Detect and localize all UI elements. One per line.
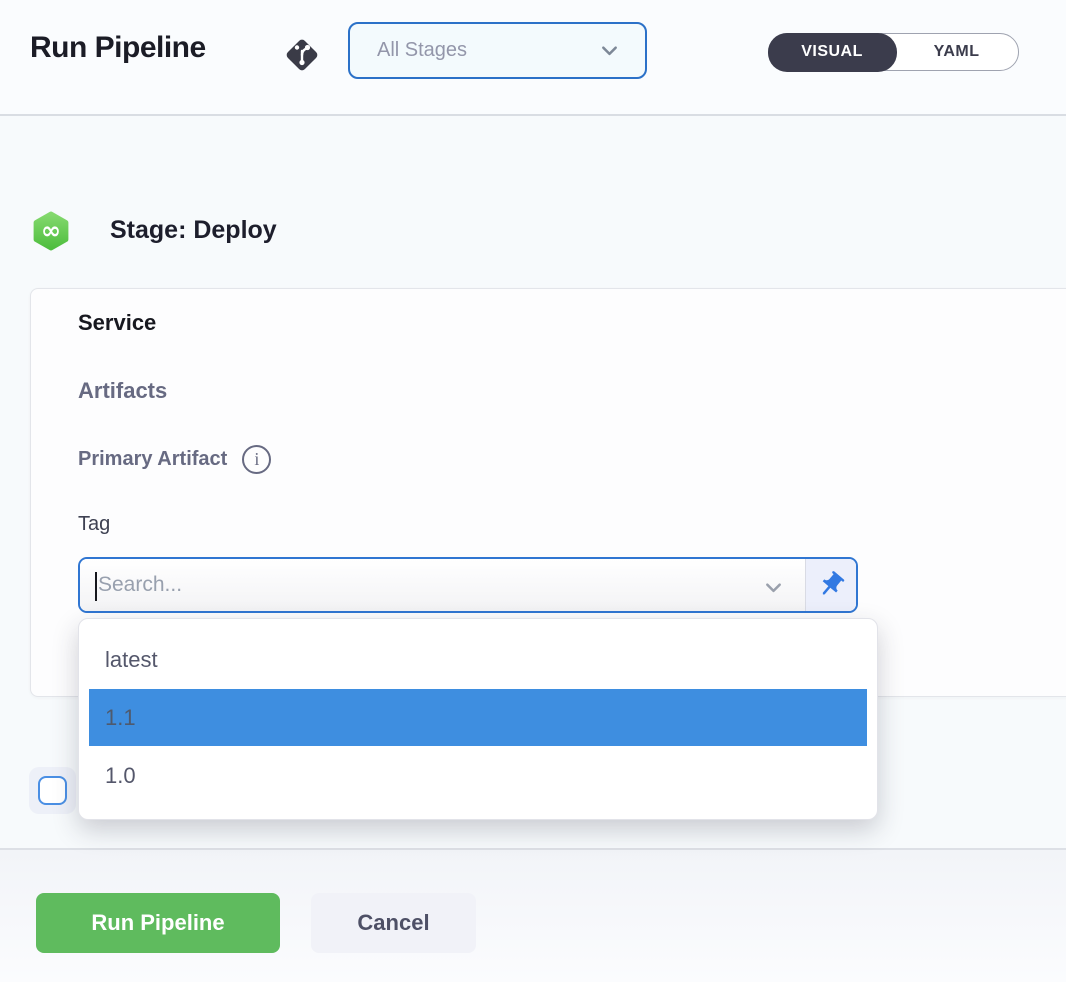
stage-scope-select[interactable]: All Stages xyxy=(348,22,647,79)
cancel-button[interactable]: Cancel xyxy=(311,893,476,953)
pin-button[interactable] xyxy=(805,559,856,611)
tag-label: Tag xyxy=(78,513,110,536)
pipeline-git-icon xyxy=(281,34,323,76)
primary-artifact-label: Primary Artifact xyxy=(78,448,227,471)
info-icon[interactable]: i xyxy=(242,445,271,474)
tag-input-area xyxy=(80,559,805,611)
run-pipeline-dialog: Run Pipeline All Stages VISUAL YAML xyxy=(0,0,1066,982)
text-caret xyxy=(95,572,97,601)
run-pipeline-button[interactable]: Run Pipeline xyxy=(36,893,280,953)
stage-scope-value: All Stages xyxy=(377,39,467,62)
chevron-down-icon[interactable] xyxy=(760,574,787,601)
tag-options-dropdown: latest 1.1 1.0 xyxy=(78,618,878,820)
page-title: Run Pipeline xyxy=(30,31,206,65)
header: Run Pipeline All Stages VISUAL YAML xyxy=(0,0,1066,116)
dropdown-option-1-0[interactable]: 1.0 xyxy=(79,747,877,804)
toggle-yaml[interactable]: YAML xyxy=(895,34,1018,70)
svg-text:∞: ∞ xyxy=(41,217,61,245)
toggle-visual[interactable]: VISUAL xyxy=(768,33,897,72)
primary-artifact-row: Primary Artifact i xyxy=(78,445,271,474)
chevron-down-icon xyxy=(596,37,623,64)
stage-deploy-icon: ∞ xyxy=(30,209,72,252)
dropdown-option-latest[interactable]: latest xyxy=(79,631,877,688)
service-title: Service xyxy=(78,310,156,336)
stage-label: Stage: Deploy xyxy=(110,216,277,245)
tag-search-input[interactable] xyxy=(80,559,805,611)
tag-combobox xyxy=(78,557,858,613)
visual-yaml-toggle: VISUAL YAML xyxy=(768,33,1019,71)
pin-icon xyxy=(816,570,846,600)
stage-heading: ∞ Stage: Deploy xyxy=(30,209,277,252)
skip-checkbox[interactable] xyxy=(38,776,67,805)
dropdown-option-1-1[interactable]: 1.1 xyxy=(89,689,867,746)
artifacts-title: Artifacts xyxy=(78,378,167,404)
